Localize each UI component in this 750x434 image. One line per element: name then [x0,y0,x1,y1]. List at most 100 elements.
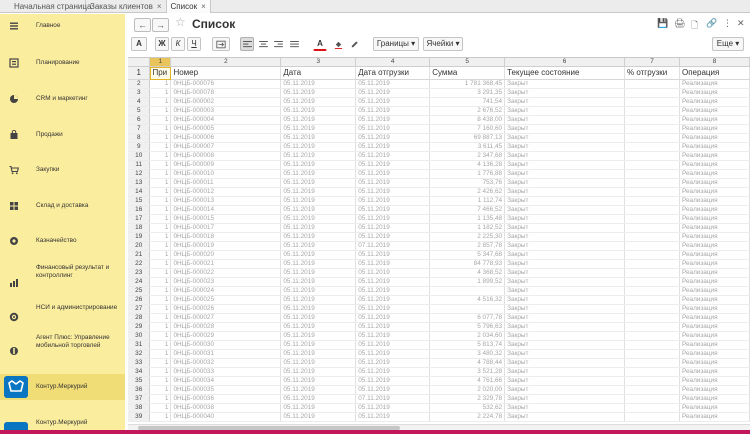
cell-shipment-percent[interactable] [624,394,680,404]
cell-ship-date[interactable]: 05.11.2019 [355,160,431,170]
cell-state[interactable]: Закрыт [504,187,626,197]
cell-sum[interactable] [429,304,506,314]
column-number[interactable]: 3 [280,58,357,67]
tab-client-orders[interactable]: Заказы клиентов × [86,0,167,13]
cell-shipment-percent[interactable] [624,241,680,251]
cell-shipment-percent[interactable] [624,367,680,377]
cell-sum[interactable]: 2 857,78 [429,241,506,251]
cell-shipment-percent[interactable] [624,178,680,188]
cell-number[interactable]: 0НЦБ-000002 [170,97,282,107]
cell-number[interactable]: 0НЦБ-000014 [170,205,282,215]
borders-dropdown[interactable]: Границы ▾ [373,37,419,51]
row-number[interactable]: 19 [128,232,151,242]
cell-ship-date[interactable]: 05.11.2019 [355,232,431,242]
cell-sum[interactable]: 5 347,68 [429,250,506,260]
cell-operation[interactable]: Реализация [679,133,750,143]
cell-shipment-percent[interactable] [624,223,680,233]
cell-ship-date[interactable]: 05.11.2019 [355,331,431,341]
cell-operation[interactable]: Реализация [679,304,750,314]
cell-number[interactable]: 0НЦБ-000012 [170,187,282,197]
cell-date[interactable]: 05.11.2019 [280,187,357,197]
cell-number[interactable]: 0НЦБ-000010 [170,169,282,179]
cell-shipment-percent[interactable] [624,106,680,116]
link-icon[interactable]: 🔗 [706,18,717,29]
row-number[interactable]: 21 [128,250,151,260]
cell-number[interactable]: 0НЦБ-000035 [170,385,282,395]
cell-ship-date[interactable]: 05.11.2019 [355,79,431,89]
cell-number[interactable]: 0НЦБ-000005 [170,124,282,134]
cell-sum[interactable]: 4 516,32 [429,295,506,305]
cell-date[interactable]: 05.11.2019 [280,403,357,413]
cell-date[interactable]: 05.11.2019 [280,367,357,377]
sidebar-item-kontur-mercury[interactable]: Контур.Меркурий [0,374,125,400]
cell-shipment-percent[interactable] [624,295,680,305]
cell-ship-date[interactable]: 05.11.2019 [355,178,431,188]
cell-number[interactable]: 0НЦБ-000034 [170,376,282,386]
cell-sum[interactable]: 3 521,28 [429,367,506,377]
cell-priority[interactable]: 1 [149,286,172,296]
cell-state[interactable]: Закрыт [504,124,626,134]
cell-state[interactable]: Закрыт [504,349,626,359]
row-number[interactable]: 32 [128,349,151,359]
cell-sum[interactable]: 753,76 [429,178,506,188]
row-number[interactable]: 31 [128,340,151,350]
column-number[interactable]: 7 [624,58,680,67]
cell-ship-date[interactable]: 05.11.2019 [355,403,431,413]
cell-date[interactable]: 05.11.2019 [280,358,357,368]
cell-ship-date[interactable]: 05.11.2019 [355,205,431,215]
cell-state[interactable]: Закрыт [504,340,626,350]
cell-state[interactable]: Закрыт [504,214,626,224]
cell-priority[interactable]: 1 [149,331,172,341]
cell-ship-date[interactable]: 05.11.2019 [355,169,431,179]
row-number[interactable]: 28 [128,313,151,323]
cell-date[interactable]: 05.11.2019 [280,412,357,422]
cell-date[interactable]: 05.11.2019 [280,160,357,170]
cell-priority[interactable]: 1 [149,322,172,332]
cell-operation[interactable]: Реализация [679,97,750,107]
cell-sum[interactable]: 84 778,93 [429,259,506,269]
underline-button[interactable]: Ч [187,37,201,51]
cell-date[interactable]: 05.11.2019 [280,151,357,161]
cell-number[interactable]: 0НЦБ-000021 [170,259,282,269]
cell-shipment-percent[interactable] [624,385,680,395]
cell-ship-date[interactable]: 05.11.2019 [355,106,431,116]
cell-date[interactable]: 05.11.2019 [280,286,357,296]
cell-state[interactable]: Закрыт [504,160,626,170]
cell-priority[interactable]: 1 [149,277,172,287]
save-icon[interactable]: 💾 [657,18,668,29]
cell-shipment-percent[interactable] [624,277,680,287]
cell-date[interactable]: 05.11.2019 [280,304,357,314]
cell-state[interactable]: Закрыт [504,412,626,422]
cell-operation[interactable]: Реализация [679,259,750,269]
cell-number[interactable]: 0НЦБ-000078 [170,88,282,98]
column-number[interactable]: 2 [170,58,282,67]
cell-date[interactable]: 05.11.2019 [280,169,357,179]
cell-sum[interactable]: 5 813,74 [429,340,506,350]
cell-shipment-percent[interactable] [624,160,680,170]
cell-state[interactable]: Закрыт [504,376,626,386]
cell-priority[interactable]: 1 [149,412,172,422]
cell-shipment-percent[interactable] [624,187,680,197]
cell-priority[interactable]: 1 [149,214,172,224]
cell-state[interactable]: Закрыт [504,304,626,314]
cell-ship-date[interactable]: 05.11.2019 [355,349,431,359]
cell-number[interactable]: 0НЦБ-000020 [170,250,282,260]
cell-operation[interactable]: Реализация [679,331,750,341]
cell-sum[interactable]: 2 225,30 [429,232,506,242]
cell-state[interactable]: Закрыт [504,205,626,215]
cell-operation[interactable]: Реализация [679,232,750,242]
cell-state[interactable]: Закрыт [504,133,626,143]
cell-ship-date[interactable]: 05.11.2019 [355,223,431,233]
cell-priority[interactable]: 1 [149,385,172,395]
column-number[interactable]: 6 [504,58,626,67]
cell-date[interactable]: 05.11.2019 [280,214,357,224]
print-icon[interactable]: 🖨 [674,18,685,29]
cell-operation[interactable]: Реализация [679,142,750,152]
cell-operation[interactable]: Реализация [679,358,750,368]
row-number[interactable]: 24 [128,277,151,287]
cell-number[interactable]: 0НЦБ-000008 [170,151,282,161]
row-number[interactable]: 17 [128,214,151,224]
cell-sum[interactable]: 741,54 [429,97,506,107]
cell-number[interactable]: 0НЦБ-000033 [170,367,282,377]
cell-date[interactable]: 05.11.2019 [280,394,357,404]
